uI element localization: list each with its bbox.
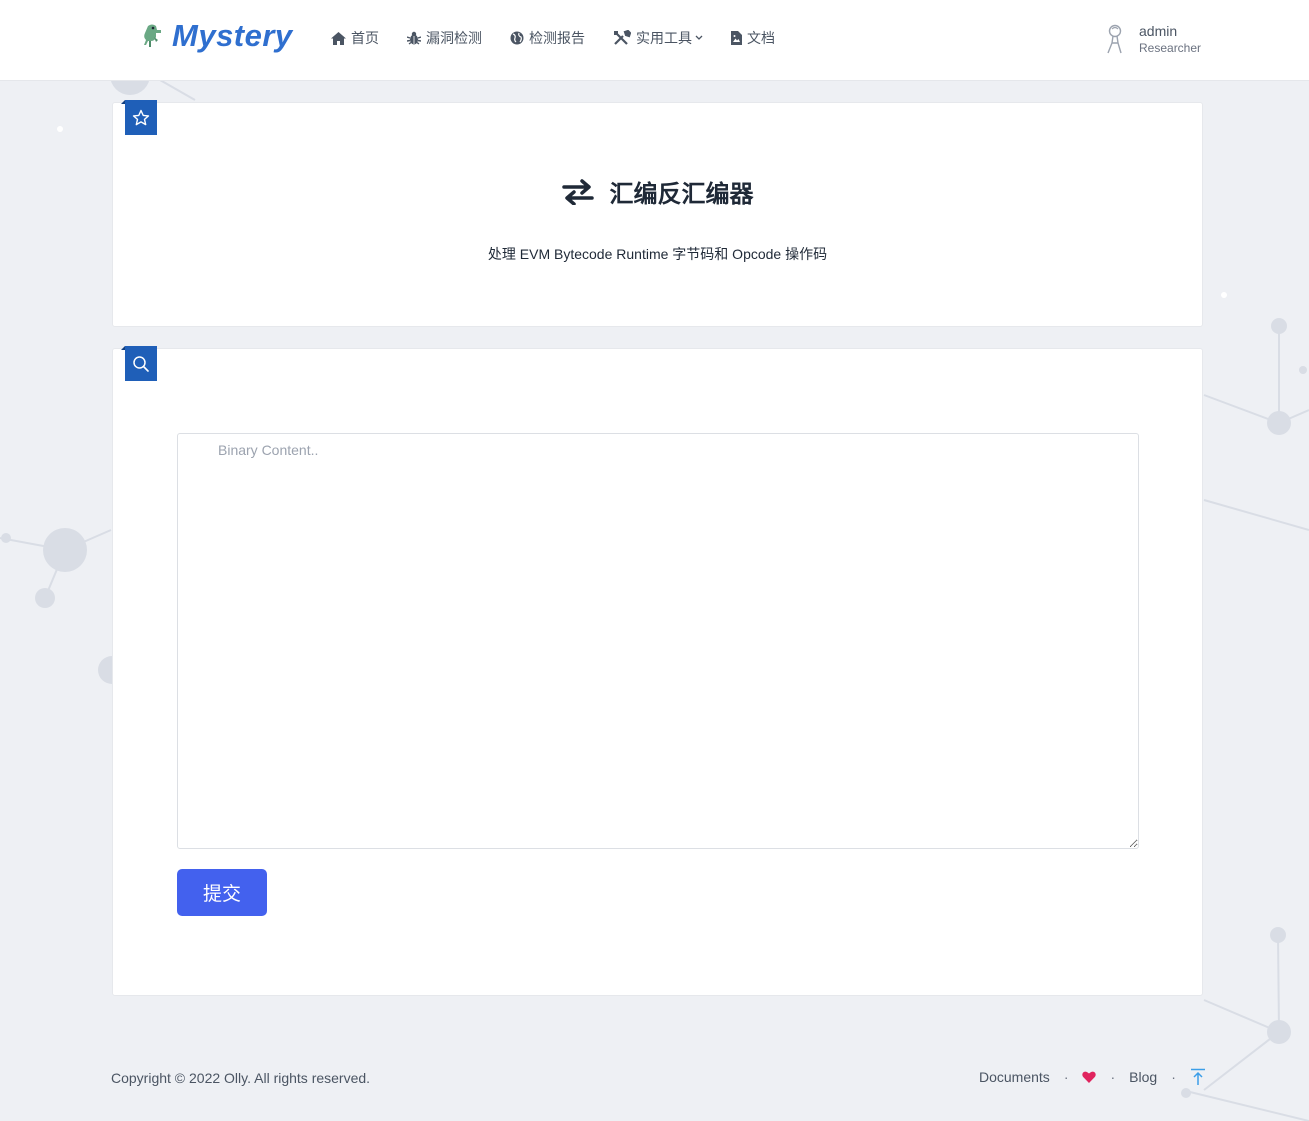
file-icon [731,31,742,45]
footer-separator: · [1063,1069,1069,1085]
user-name: admin [1139,23,1178,39]
nav-label-reports: 检测报告 [529,30,585,46]
main-nav: 首页 漏洞检测 检测报告 实用工具 文档 [331,28,803,48]
user-role: Researcher [1139,41,1202,55]
nav-item-reports[interactable]: 检测报告 [510,28,585,48]
nav-label-docs: 文档 [747,30,775,46]
nav-item-vuln-detect[interactable]: 漏洞检测 [407,28,482,48]
tools-icon [614,30,631,45]
hero-card: 汇编反汇编器 处理 EVM Bytecode Runtime 字节码和 Opco… [112,100,1203,327]
nav-item-home[interactable]: 首页 [331,28,379,48]
submit-button[interactable]: 提交 [177,869,267,916]
search-icon [133,355,149,372]
star-icon [132,109,150,125]
footer-separator: · [1171,1069,1176,1085]
arrow-up-icon[interactable] [1190,1068,1206,1086]
exchange-icon [561,178,594,205]
card-tag [121,346,157,381]
nav-label-home: 首页 [351,30,379,46]
logo-text: Mystery [172,18,293,53]
nav-label-vuln-detect: 漏洞检测 [426,30,482,46]
footer-link-blog[interactable]: Blog [1129,1069,1157,1085]
top-navbar: Mystery 首页 漏洞检测 检测报告 实用工具 文档 admin Resea… [0,0,1309,81]
globe-icon [510,31,524,45]
bug-icon [407,31,421,45]
page-title-text: 汇编反汇编器 [609,181,754,208]
site-logo[interactable]: Mystery [142,18,293,54]
page-subtitle: 处理 EVM Bytecode Runtime 字节码和 Opcode 操作码 [487,246,828,262]
binary-content-input[interactable] [177,433,1139,849]
input-card: 提交 [112,346,1203,996]
heart-icon[interactable] [1082,1071,1097,1083]
nav-item-docs[interactable]: 文档 [731,28,775,48]
page-title: 汇编反汇编器 [113,174,1202,209]
dinosaur-logo-icon [144,24,161,47]
footer-link-documents[interactable]: Documents [979,1069,1050,1085]
avatar [1107,24,1122,54]
footer-separator: · [1110,1069,1116,1085]
nav-item-tools[interactable]: 实用工具 [613,28,703,48]
chevron-down-icon [695,35,703,40]
card-tag [121,100,157,135]
footer-links: Documents · · Blog · [979,1068,1206,1086]
footer-copyright: Copyright © 2022 Olly. All rights reserv… [111,1070,371,1086]
nav-label-tools: 实用工具 [636,30,692,46]
user-menu[interactable]: admin Researcher [1103,22,1201,56]
home-icon [331,31,346,45]
